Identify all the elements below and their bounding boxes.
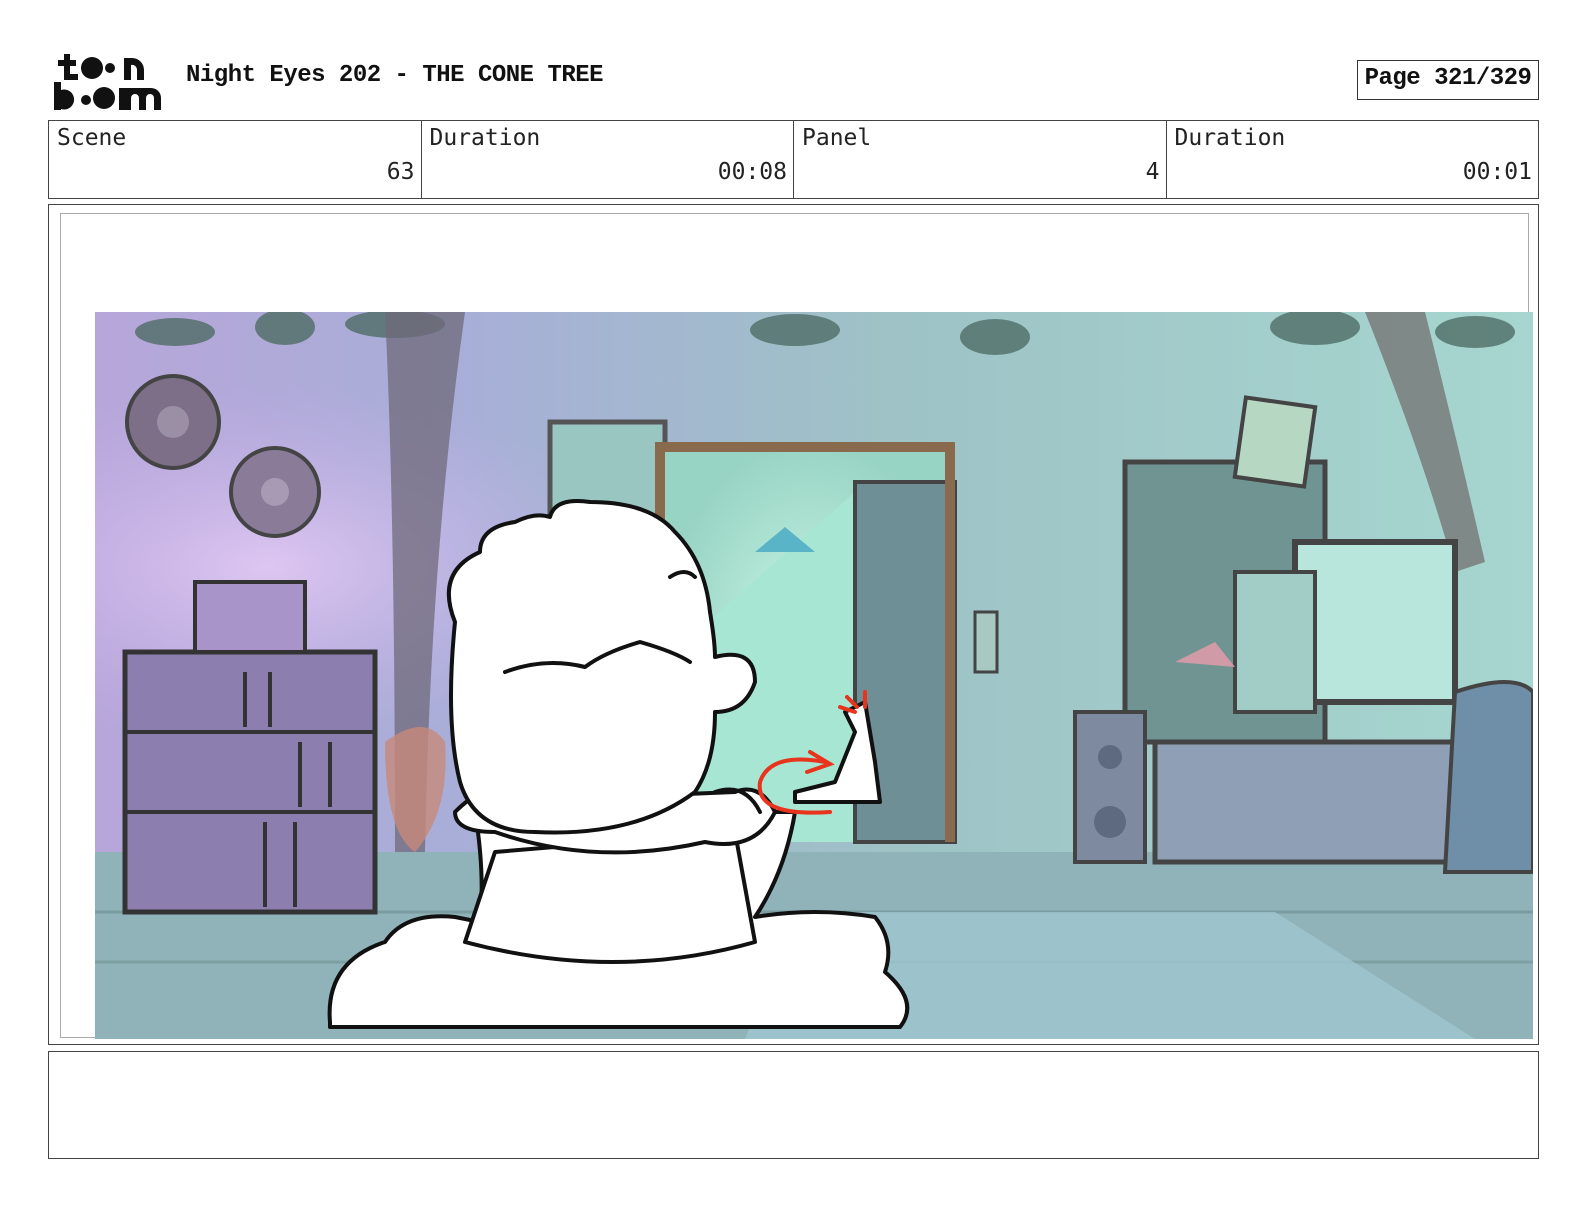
toon-boom-logo <box>54 54 161 110</box>
page-number: Page 321/329 <box>1357 60 1539 100</box>
scene-value: 63 <box>386 159 415 185</box>
panel-cell: Panel 4 <box>794 121 1167 198</box>
scene-label: Scene <box>57 125 127 151</box>
scene-duration-value: 00:08 <box>717 159 787 185</box>
panel-duration-cell: Duration 00:01 <box>1167 121 1539 198</box>
panel-value: 4 <box>1145 159 1160 185</box>
panel-label: Panel <box>802 125 872 151</box>
storyboard-artwork <box>95 312 1533 1039</box>
scene-duration-cell: Duration 00:08 <box>422 121 794 198</box>
panel-duration-label: Duration <box>1174 125 1286 151</box>
panel-notes-area <box>48 1051 1539 1159</box>
scene-duration-label: Duration <box>429 125 541 151</box>
scene-cell: Scene 63 <box>49 121 422 198</box>
panel-info-bar: Scene 63 Duration 00:08 Panel 4 Duration… <box>48 120 1539 199</box>
document-title: Night Eyes 202 - THE CONE TREE <box>186 62 604 89</box>
panel-duration-value: 00:01 <box>1462 159 1532 185</box>
